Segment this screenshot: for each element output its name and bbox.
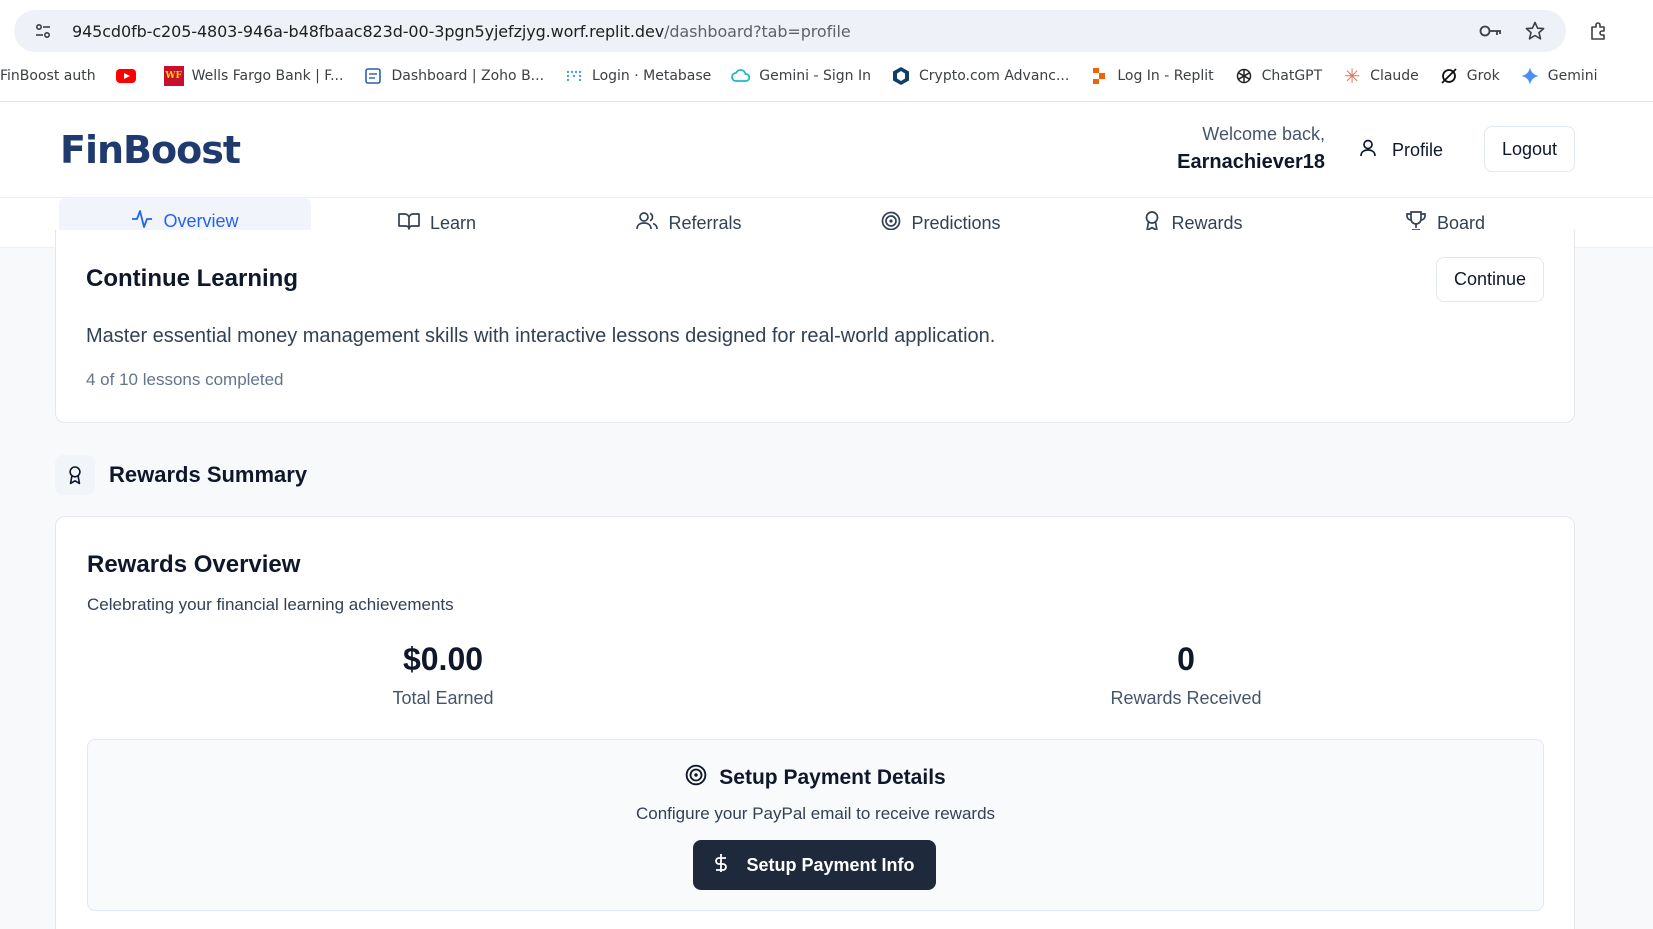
welcome-block: Welcome back, Earnachiever18: [1177, 124, 1325, 174]
bookmark-youtube[interactable]: [115, 66, 144, 86]
section-title: Rewards Summary: [109, 462, 308, 487]
wells-fargo-icon: WF: [163, 66, 184, 86]
tab-label: Overview: [163, 210, 239, 231]
profile-label: Profile: [1392, 140, 1444, 160]
zoho-icon: [363, 66, 383, 86]
continue-learning-description: Master essential money management skills…: [86, 325, 996, 347]
url-host: 945cd0fb-c205-4803-946a-b48fbaac823d-00-…: [72, 21, 665, 41]
extensions-puzzle-icon[interactable]: [1586, 18, 1612, 44]
total-earned-value: $0.00: [402, 641, 484, 677]
metabase-icon: [564, 66, 584, 86]
crypto-icon: [891, 66, 911, 86]
bookmarks-bar: FinBoost auth WF Wells Fargo Bank | F...…: [0, 62, 1618, 90]
bookmark-metabase[interactable]: Login · Metabase: [564, 66, 711, 86]
bookmark-replit[interactable]: Log In - Replit: [1089, 66, 1214, 86]
replit-icon: [1089, 66, 1109, 86]
rewards-overview-title: Rewards Overview: [87, 551, 301, 578]
rewards-received-stat: 0 Rewards Received: [1036, 641, 1336, 709]
bookmark-label: Log In - Replit: [1117, 68, 1214, 84]
payment-setup-title: Setup Payment Details: [88, 764, 1543, 792]
award-icon: [55, 455, 95, 495]
youtube-icon: [115, 66, 136, 86]
bookmark-zoho[interactable]: Dashboard | Zoho B...: [363, 66, 544, 86]
payment-setup-subtitle: Configure your PayPal email to receive r…: [635, 804, 996, 823]
url-text[interactable]: 945cd0fb-c205-4803-946a-b48fbaac823d-00-…: [72, 22, 851, 41]
finboost-logo[interactable]: FinBoost: [60, 128, 241, 172]
bookmark-label: Crypto.com Advanc...: [919, 68, 1070, 84]
rewards-overview-card: Rewards Overview Celebrating your financ…: [55, 516, 1575, 929]
grok-icon: [1439, 66, 1459, 86]
user-icon: [1358, 138, 1378, 163]
password-key-icon[interactable]: [1478, 18, 1504, 44]
bookmark-label: Grok: [1466, 68, 1500, 84]
lessons-progress-text: 4 of 10 lessons completed: [86, 370, 284, 389]
browser-chrome: 945cd0fb-c205-4803-946a-b48fbaac823d-00-…: [0, 0, 1653, 102]
bookmark-finboost-auth[interactable]: FinBoost auth: [0, 68, 96, 84]
bookmark-label: Dashboard | Zoho B...: [391, 68, 545, 84]
bookmark-crypto[interactable]: Crypto.com Advanc...: [891, 66, 1069, 86]
username: Earnachiever18: [1177, 151, 1325, 173]
continue-learning-title: Continue Learning: [86, 265, 298, 292]
bookmark-label: FinBoost auth: [0, 68, 96, 84]
chatgpt-icon: [1234, 66, 1254, 86]
url-path: /dashboard?tab=profile: [664, 21, 851, 41]
dollar-icon: [714, 853, 728, 878]
rewards-summary-heading: Rewards Summary: [55, 455, 307, 495]
bookmark-grok[interactable]: Grok: [1439, 66, 1500, 86]
rewards-received-value: 0: [1177, 641, 1195, 677]
bookmark-label: Claude: [1370, 68, 1419, 84]
gemini-cloud-icon: [731, 66, 751, 86]
app-header: FinBoost Welcome back, Earnachiever18 Pr…: [0, 102, 1653, 198]
payment-setup-box: Setup Payment Details Configure your Pay…: [87, 739, 1544, 911]
total-earned-stat: $0.00 Total Earned: [293, 641, 593, 709]
setup-payment-info-button[interactable]: Setup Payment Info: [693, 840, 936, 890]
bookmark-label: Gemini: [1547, 68, 1598, 84]
bookmark-wells-fargo[interactable]: WF Wells Fargo Bank | F...: [163, 66, 344, 86]
target-icon: [685, 764, 707, 792]
rewards-received-label: Rewards Received: [1110, 688, 1262, 708]
bookmark-gemini[interactable]: Gemini: [1520, 66, 1598, 86]
total-earned-label: Total Earned: [392, 688, 494, 708]
gemini-icon: [1520, 66, 1540, 86]
setup-payment-label: Setup Payment Info: [746, 854, 915, 875]
bookmark-label: Login · Metabase: [592, 68, 712, 84]
bookmark-claude[interactable]: ✳ Claude: [1342, 64, 1419, 88]
site-settings-icon[interactable]: [28, 16, 58, 46]
address-bar[interactable]: 945cd0fb-c205-4803-946a-b48fbaac823d-00-…: [14, 10, 1566, 52]
bookmark-label: Gemini - Sign In: [759, 68, 871, 84]
bookmark-label: Wells Fargo Bank | F...: [191, 68, 344, 84]
bookmark-chatgpt[interactable]: ChatGPT: [1234, 66, 1323, 86]
bookmark-gemini-signin[interactable]: Gemini - Sign In: [731, 66, 871, 86]
bookmark-label: ChatGPT: [1261, 68, 1323, 84]
profile-button[interactable]: Profile: [1358, 138, 1443, 163]
continue-button[interactable]: Continue: [1436, 257, 1544, 302]
claude-icon: ✳: [1343, 64, 1361, 88]
logout-button[interactable]: Logout: [1484, 126, 1575, 172]
payment-title-text: Setup Payment Details: [719, 766, 946, 789]
continue-learning-card: Continue Learning Continue Master essent…: [55, 230, 1575, 423]
rewards-overview-subtitle: Celebrating your financial learning achi…: [87, 595, 454, 614]
welcome-text: Welcome back,: [1202, 124, 1325, 144]
bookmark-star-icon[interactable]: [1522, 18, 1548, 44]
